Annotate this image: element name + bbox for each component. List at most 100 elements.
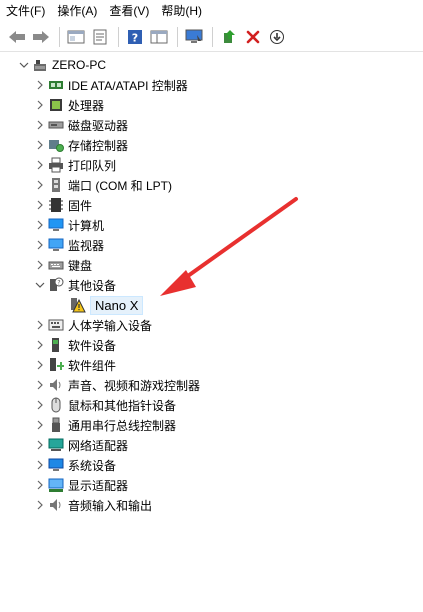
tree-item-sound[interactable]: 声音、视频和游戏控制器 — [32, 375, 200, 395]
ide-controller-icon — [48, 77, 64, 93]
chevron-right-icon[interactable] — [32, 395, 48, 415]
chevron-right-icon[interactable] — [32, 355, 48, 375]
chevron-right-icon[interactable] — [32, 315, 48, 335]
computer-icon — [48, 217, 64, 233]
chevron-down-icon[interactable] — [32, 275, 48, 295]
disk-drive-icon — [48, 117, 64, 133]
show-hide-tree-icon[interactable] — [65, 26, 87, 48]
help-icon[interactable]: ? — [124, 26, 146, 48]
svg-text:?: ? — [57, 280, 60, 287]
chevron-right-icon[interactable] — [32, 455, 48, 475]
tree-item-computer[interactable]: 计算机 — [32, 215, 104, 235]
system-device-icon — [48, 457, 64, 473]
menu-file[interactable]: 文件(F) — [0, 0, 51, 22]
tree-item-label: 固件 — [68, 198, 93, 213]
chevron-right-icon[interactable] — [32, 95, 48, 115]
audio-io-icon — [48, 497, 64, 513]
tree-item-label: 监视器 — [68, 238, 105, 253]
chevron-right-icon[interactable] — [32, 175, 48, 195]
tree-item-other-devices[interactable]: ? 其他设备 — [32, 275, 116, 295]
tree-item-port[interactable]: 端口 (COM 和 LPT) — [32, 175, 172, 195]
tree-item-disk[interactable]: 磁盘驱动器 — [32, 115, 128, 135]
software-component-icon — [48, 357, 64, 373]
device-tree: ZERO-PC IDE ATA/ATAPI 控制器 处理器 磁盘驱动器 存储控制… — [0, 53, 423, 612]
properties-icon[interactable] — [89, 26, 111, 48]
view-panel-icon[interactable] — [148, 26, 170, 48]
processor-icon — [48, 97, 64, 113]
tree-item-firmware[interactable]: 固件 — [32, 195, 92, 215]
tree-item-label: 键盘 — [68, 258, 93, 273]
tree-item-software-component[interactable]: 软件组件 — [32, 355, 116, 375]
tree-item-software-device[interactable]: 软件设备 — [32, 335, 116, 355]
menu-action[interactable]: 操作(A) — [51, 0, 103, 22]
chevron-right-icon[interactable] — [32, 335, 48, 355]
tree-item-label: 软件组件 — [68, 358, 117, 373]
tree-item-usb[interactable]: 通用串行总线控制器 — [32, 415, 176, 435]
tree-item-mouse[interactable]: 鼠标和其他指针设备 — [32, 395, 176, 415]
tree-item-label: 打印队列 — [68, 158, 117, 173]
tree-item-label: 系统设备 — [68, 458, 117, 473]
forward-arrow-icon[interactable] — [30, 26, 52, 48]
chevron-right-icon[interactable] — [32, 475, 48, 495]
tree-item-system[interactable]: 系统设备 — [32, 455, 116, 475]
tree-item-storage[interactable]: 存储控制器 — [32, 135, 128, 155]
tree-item-label: 其他设备 — [68, 278, 117, 293]
chevron-right-icon[interactable] — [32, 195, 48, 215]
tree-item-label: 声音、视频和游戏控制器 — [68, 378, 201, 393]
tree-root-label: ZERO-PC — [52, 58, 106, 72]
chevron-right-icon[interactable] — [32, 75, 48, 95]
tree-item-label: 通用串行总线控制器 — [68, 418, 177, 433]
chevron-right-icon[interactable] — [32, 415, 48, 435]
toolbar-separator — [177, 26, 178, 47]
chevron-down-icon[interactable] — [16, 55, 32, 75]
tree-item-label: 计算机 — [68, 218, 105, 233]
tree-item-monitor[interactable]: 监视器 — [32, 235, 104, 255]
update-driver-icon[interactable] — [218, 26, 240, 48]
svg-text:?: ? — [132, 31, 138, 44]
monitor-scan-icon[interactable] — [183, 26, 205, 48]
chevron-right-icon[interactable] — [32, 495, 48, 515]
hid-icon — [48, 317, 64, 333]
back-arrow-icon[interactable] — [6, 26, 28, 48]
tree-item-nano-x[interactable]: Nano X — [70, 295, 144, 315]
tree-item-processor[interactable]: 处理器 — [32, 95, 104, 115]
tree-item-keyboard[interactable]: 键盘 — [32, 255, 92, 275]
tree-root[interactable]: ZERO-PC — [16, 55, 106, 75]
chevron-right-icon[interactable] — [32, 135, 48, 155]
tree-item-audio-io[interactable]: 音频输入和输出 — [32, 495, 152, 515]
tree-item-label: 软件设备 — [68, 338, 117, 353]
chevron-right-icon[interactable] — [32, 375, 48, 395]
printer-icon — [48, 157, 64, 173]
uninstall-x-icon[interactable] — [242, 26, 264, 48]
network-adapter-icon — [48, 437, 64, 453]
chevron-right-icon[interactable] — [32, 115, 48, 135]
unknown-device-icon: ? — [48, 277, 64, 293]
usb-icon — [48, 417, 64, 433]
download-arrow-icon[interactable] — [266, 26, 288, 48]
tree-item-label: 显示适配器 — [68, 478, 129, 493]
sound-icon — [48, 377, 64, 393]
menu-help[interactable]: 帮助(H) — [155, 0, 208, 22]
chevron-right-icon[interactable] — [32, 435, 48, 455]
storage-controller-icon — [48, 137, 64, 153]
tree-item-label: 磁盘驱动器 — [68, 118, 129, 133]
toolbar-separator — [212, 26, 213, 47]
mouse-icon — [48, 397, 64, 413]
menu-view[interactable]: 查看(V) — [103, 0, 155, 22]
tree-item-network[interactable]: 网络适配器 — [32, 435, 128, 455]
chevron-right-icon[interactable] — [32, 255, 48, 275]
toolbar: ? — [0, 22, 423, 52]
tree-item-label: 端口 (COM 和 LPT) — [68, 178, 172, 193]
computer-root-icon — [32, 57, 48, 73]
tree-item-ide[interactable]: IDE ATA/ATAPI 控制器 — [32, 75, 188, 95]
chevron-right-icon[interactable] — [32, 215, 48, 235]
monitor-icon — [48, 237, 64, 253]
toolbar-separator — [118, 26, 119, 47]
chevron-right-icon[interactable] — [32, 235, 48, 255]
tree-item-display[interactable]: 显示适配器 — [32, 475, 128, 495]
tree-item-printer[interactable]: 打印队列 — [32, 155, 116, 175]
tree-item-hid[interactable]: 人体学输入设备 — [32, 315, 152, 335]
chevron-right-icon[interactable] — [32, 155, 48, 175]
toolbar-separator — [59, 26, 60, 47]
firmware-icon — [48, 197, 64, 213]
